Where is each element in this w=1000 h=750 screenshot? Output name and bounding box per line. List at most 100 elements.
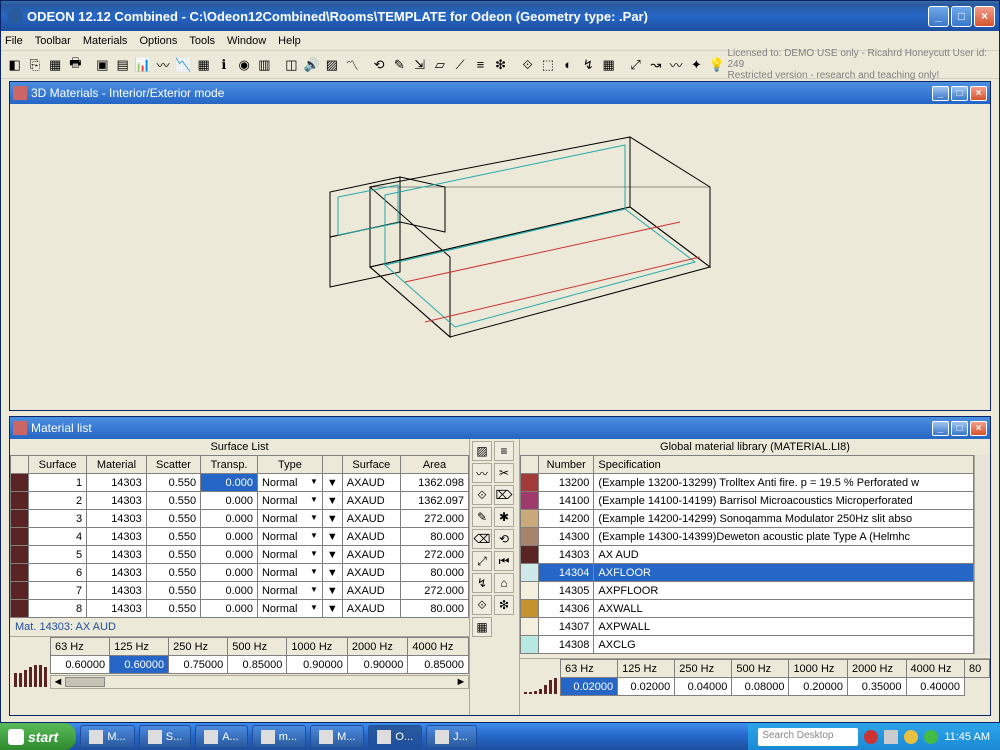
minimize-button[interactable]: _: [928, 6, 949, 27]
toolbar-button-2[interactable]: ▦: [46, 55, 65, 75]
menu-window[interactable]: Window: [227, 35, 266, 47]
toolbar-button-21[interactable]: ⟋: [451, 55, 470, 75]
horizontal-scrollbar[interactable]: ◄ ►: [50, 675, 469, 689]
toolbar-button-31[interactable]: 〰: [667, 55, 686, 75]
toolbar-button-16[interactable]: 〽: [343, 55, 362, 75]
maximize-button[interactable]: □: [951, 86, 968, 101]
toolbar-button-7[interactable]: 〰: [154, 55, 173, 75]
minimize-button[interactable]: _: [932, 421, 949, 436]
toolbar-button-28[interactable]: ▦: [599, 55, 618, 75]
library-row[interactable]: 14200(Example 14200-14299) Sonoqamma Mod…: [521, 510, 974, 528]
tool-button-14[interactable]: ⟐: [472, 595, 492, 615]
tool-button-13[interactable]: ⌂: [494, 573, 514, 593]
library-row[interactable]: 14305AXPFLOOR: [521, 582, 974, 600]
toolbar-button-15[interactable]: ▨: [322, 55, 341, 75]
tool-button-5[interactable]: ⌦: [494, 485, 514, 505]
menu-options[interactable]: Options: [139, 35, 177, 47]
toolbar-button-27[interactable]: ↯: [579, 55, 598, 75]
start-button[interactable]: start: [0, 723, 76, 750]
library-row[interactable]: 14307AXPWALL: [521, 618, 974, 636]
surface-row[interactable]: 6143030.5500.000Normal▼▼AXAUD80.000: [11, 564, 469, 582]
toolbar-button-14[interactable]: 🔊: [302, 55, 321, 75]
toolbar-button-17[interactable]: ⟲: [370, 55, 389, 75]
surface-row[interactable]: 7143030.5500.000Normal▼▼AXAUD272.000: [11, 582, 469, 600]
taskbar-item[interactable]: O...: [368, 725, 422, 748]
library-row[interactable]: 14303AX AUD: [521, 546, 974, 564]
maximize-button[interactable]: □: [951, 421, 968, 436]
freq-table[interactable]: 63 Hz125 Hz250 Hz500 Hz1000 Hz2000 Hz400…: [50, 637, 469, 674]
toolbar-button-22[interactable]: ≡: [471, 55, 490, 75]
toolbar-button-23[interactable]: ❇: [491, 55, 510, 75]
clock[interactable]: 11:45 AM: [944, 731, 990, 743]
toolbar-button-32[interactable]: ✦: [687, 55, 706, 75]
taskbar-item[interactable]: S...: [139, 725, 192, 748]
surface-row[interactable]: 1143030.5500.000Normal▼▼AXAUD1362.098: [11, 474, 469, 492]
vertical-scrollbar[interactable]: [974, 455, 990, 654]
tool-button-3[interactable]: ✂: [494, 463, 514, 483]
taskbar-item[interactable]: J...: [426, 725, 477, 748]
tool-button-15[interactable]: ❇: [494, 595, 514, 615]
toolbar-button-24[interactable]: ⟐: [518, 55, 537, 75]
toolbar-button-18[interactable]: ✎: [390, 55, 409, 75]
toolbar-button-10[interactable]: ℹ: [214, 55, 233, 75]
tool-button-6[interactable]: ✎: [472, 507, 492, 527]
tool-button-16[interactable]: ▦: [472, 617, 492, 637]
surface-row[interactable]: 2143030.5500.000Normal▼▼AXAUD1362.097: [11, 492, 469, 510]
toolbar-button-4[interactable]: ▣: [93, 55, 112, 75]
tool-button-7[interactable]: ✱: [494, 507, 514, 527]
toolbar-button-12[interactable]: ▥: [255, 55, 274, 75]
tool-button-10[interactable]: ⤢: [472, 551, 492, 571]
toolbar-button-3[interactable]: 🖶: [66, 55, 85, 75]
toolbar-button-1[interactable]: ⎘: [25, 55, 44, 75]
close-button[interactable]: ×: [970, 421, 987, 436]
tool-button-9[interactable]: ⟲: [494, 529, 514, 549]
tool-button-2[interactable]: 〰: [472, 463, 492, 483]
tool-button-11[interactable]: ⏮: [494, 551, 514, 571]
library-row[interactable]: 14300(Example 14300-14399)Deweton acoust…: [521, 528, 974, 546]
library-freq-table[interactable]: 63 Hz125 Hz250 Hz500 Hz1000 Hz2000 Hz400…: [560, 659, 990, 696]
taskbar-item[interactable]: M...: [310, 725, 364, 748]
library-row[interactable]: 14308AXCLG: [521, 636, 974, 654]
library-table[interactable]: NumberSpecification 13200(Example 13200-…: [520, 455, 974, 654]
menu-file[interactable]: File: [5, 35, 23, 47]
library-row[interactable]: 14100(Example 14100-14199) Barrisol Micr…: [521, 492, 974, 510]
close-button[interactable]: ×: [974, 6, 995, 27]
surface-row[interactable]: 3143030.5500.000Normal▼▼AXAUD272.000: [11, 510, 469, 528]
toolbar-button-5[interactable]: ▤: [113, 55, 132, 75]
taskbar-item[interactable]: A...: [195, 725, 248, 748]
tray-icon[interactable]: [904, 730, 918, 744]
tool-button-12[interactable]: ↯: [472, 573, 492, 593]
surface-row[interactable]: 5143030.5500.000Normal▼▼AXAUD272.000: [11, 546, 469, 564]
tray-icon[interactable]: [864, 730, 878, 744]
toolbar-button-33[interactable]: 💡: [707, 55, 726, 75]
toolbar-button-29[interactable]: ⤢: [626, 55, 645, 75]
tool-button-8[interactable]: ⌫: [472, 529, 492, 549]
taskbar-item[interactable]: m...: [252, 725, 306, 748]
menu-help[interactable]: Help: [278, 35, 301, 47]
tray-icon[interactable]: [924, 730, 938, 744]
toolbar-button-11[interactable]: ◉: [235, 55, 254, 75]
toolbar-button-8[interactable]: 📉: [174, 55, 193, 75]
close-button[interactable]: ×: [970, 86, 987, 101]
tool-button-4[interactable]: ⟐: [472, 485, 492, 505]
view-3d-canvas[interactable]: [10, 104, 990, 410]
library-row[interactable]: 14304AXFLOOR: [521, 564, 974, 582]
toolbar-button-19[interactable]: ⇲: [410, 55, 429, 75]
menu-toolbar[interactable]: Toolbar: [35, 35, 71, 47]
taskbar-item[interactable]: M...: [80, 725, 134, 748]
surface-row[interactable]: 8143030.5500.000Normal▼▼AXAUD80.000: [11, 600, 469, 618]
library-row[interactable]: 13200(Example 13200-13299) Trolltex Anti…: [521, 474, 974, 492]
surface-table[interactable]: SurfaceMaterialScatterTransp.TypeSurface…: [10, 455, 469, 618]
menu-tools[interactable]: Tools: [189, 35, 215, 47]
tool-button-0[interactable]: ▨: [472, 441, 492, 461]
minimize-button[interactable]: _: [932, 86, 949, 101]
toolbar-button-30[interactable]: ↝: [646, 55, 665, 75]
toolbar-button-25[interactable]: ⬚: [538, 55, 557, 75]
toolbar-button-26[interactable]: ◐: [559, 55, 578, 75]
toolbar-button-13[interactable]: ◫: [282, 55, 301, 75]
toolbar-button-6[interactable]: 📊: [133, 55, 152, 75]
library-row[interactable]: 14306AXWALL: [521, 600, 974, 618]
maximize-button[interactable]: □: [951, 6, 972, 27]
toolbar-button-20[interactable]: ▱: [430, 55, 449, 75]
tool-button-1[interactable]: ≡: [494, 441, 514, 461]
